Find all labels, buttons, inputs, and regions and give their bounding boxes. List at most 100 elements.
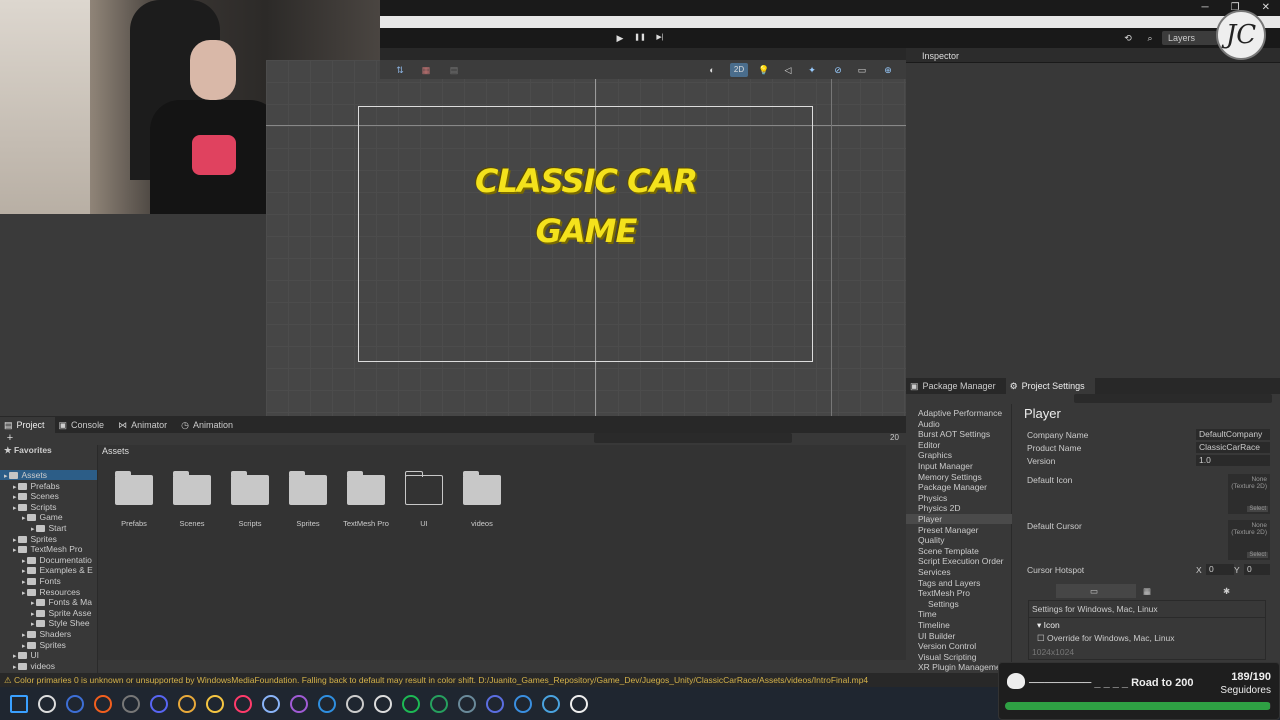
platform-tab-webgl[interactable]: ▦	[1143, 586, 1151, 597]
settings-category-item[interactable]: XR Plugin Manageme	[918, 662, 1001, 672]
tree-item[interactable]: ▸ Sprite Asse	[0, 608, 91, 618]
audio-icon[interactable]: ◁	[780, 63, 796, 77]
unity-icon[interactable]	[346, 694, 364, 713]
scene-view[interactable]: CLASSIC CAR GAME	[266, 60, 906, 416]
product-name-field[interactable]: ClassicCarRace	[1196, 442, 1270, 453]
tree-item[interactable]: ▸ Sprites	[0, 640, 66, 650]
play-button[interactable]: ▶	[612, 31, 628, 45]
effects-icon[interactable]: ✦	[804, 63, 820, 77]
history-icon[interactable]: ⟲	[1120, 31, 1136, 45]
tree-item[interactable]: ▸ UI	[0, 650, 39, 660]
asset-folder[interactable]: Scenes	[168, 471, 216, 528]
tab-console[interactable]: ▣ Console	[55, 417, 115, 433]
step-button[interactable]: ▶|	[652, 31, 668, 45]
unity-hub-icon[interactable]	[262, 694, 280, 713]
search-icon[interactable]	[38, 694, 56, 713]
settings-category-item[interactable]: TextMesh Pro	[918, 588, 970, 598]
asset-folder[interactable]: TextMesh Pro	[342, 471, 390, 528]
hotspot-x-field[interactable]: 0	[1206, 564, 1234, 575]
settings-category-item[interactable]: Settings	[928, 599, 959, 609]
vscode-icon[interactable]	[318, 694, 336, 713]
tree-item[interactable]: ▸ videos	[0, 661, 55, 671]
notepad-icon[interactable]	[542, 694, 560, 713]
favorites-header[interactable]: ★ Favorites	[4, 445, 52, 455]
tree-item[interactable]: ▸ Start	[0, 523, 66, 533]
version-field[interactable]: 1.0	[1196, 455, 1270, 466]
discord-icon[interactable]	[150, 694, 168, 713]
company-name-field[interactable]: DefaultCompany	[1196, 429, 1270, 440]
tree-item[interactable]: ▸ Sprites	[0, 534, 57, 544]
visual-studio-icon[interactable]	[290, 694, 308, 713]
settings-category-item[interactable]: Tags and Layers	[918, 578, 980, 588]
settings-category-item[interactable]: Script Execution Order	[918, 556, 1004, 566]
tree-item[interactable]: ▸ Documentatio	[0, 555, 92, 565]
settings-category-item[interactable]: Physics	[918, 493, 947, 503]
game-title-text[interactable]: CLASSIC CAR GAME	[466, 156, 706, 256]
increment-snap-icon[interactable]: ▤	[446, 63, 462, 77]
settings-category-item[interactable]: UI Builder	[918, 631, 955, 641]
default-cursor-slot[interactable]: None (Texture 2D) Select	[1228, 520, 1270, 560]
windows-icon[interactable]	[10, 694, 28, 713]
2d-toggle-button[interactable]: 2D	[730, 63, 748, 77]
settings-category-item[interactable]: Scene Template	[918, 546, 979, 556]
github-icon[interactable]	[374, 694, 392, 713]
hidden-packages-count[interactable]: 20	[890, 433, 899, 442]
breadcrumb[interactable]: Assets	[102, 446, 129, 456]
tree-item[interactable]: ▸ Resources	[0, 587, 80, 597]
tab-project-settings[interactable]: ⚙ Project Settings	[1005, 378, 1095, 394]
grid-snap-icon[interactable]: ▦	[418, 63, 434, 77]
obs-icon[interactable]	[122, 694, 140, 713]
chrome-icon[interactable]	[178, 694, 196, 713]
tree-item[interactable]: ▸ Scripts	[0, 502, 56, 512]
layers-dropdown[interactable]: Layers	[1162, 31, 1218, 45]
settings-category-item[interactable]: Quality	[918, 535, 944, 545]
select-button[interactable]: Select	[1247, 552, 1268, 558]
settings-category-item[interactable]: Burst AOT Settings	[918, 429, 990, 439]
android-icon[interactable]: ✱	[1223, 586, 1230, 597]
settings-category-item[interactable]: Physics 2D	[918, 503, 961, 513]
tree-item[interactable]: ▸ Examples & E	[0, 565, 93, 575]
override-toggle[interactable]: ☐ Override for Windows, Mac, Linux	[1037, 633, 1175, 644]
add-asset-button[interactable]: +	[2, 431, 18, 445]
default-icon-slot[interactable]: None (Texture 2D) Select	[1228, 474, 1270, 514]
settings-category-item[interactable]: Player	[906, 514, 1012, 524]
icon-section-foldout[interactable]: ▾ Icon	[1037, 620, 1060, 631]
tree-item[interactable]: ▸ Prefabs	[0, 481, 60, 491]
asset-folder[interactable]: Sprites	[284, 471, 332, 528]
project-search-input[interactable]	[594, 433, 792, 443]
settings-category-item[interactable]: Package Manager	[918, 482, 987, 492]
tree-item[interactable]: ▸ Assets	[0, 470, 97, 480]
pause-button[interactable]: ❚❚	[632, 31, 648, 45]
hotspot-y-field[interactable]: 0	[1244, 564, 1270, 575]
select-button[interactable]: Select	[1247, 506, 1268, 512]
tree-item[interactable]: ▸ TextMesh Pro	[0, 544, 82, 554]
settings-category-item[interactable]: Input Manager	[918, 461, 973, 471]
asset-folder[interactable]: Prefabs	[110, 471, 158, 528]
search-icon[interactable]: ⌕	[1142, 31, 1158, 45]
platform-tab-desktop[interactable]: ▭	[1056, 584, 1136, 598]
settings-category-item[interactable]: Version Control	[918, 641, 976, 651]
asset-folder[interactable]: UI	[400, 471, 448, 528]
settings-category-item[interactable]: Preset Manager	[918, 525, 978, 535]
settings-category-item[interactable]: Editor	[918, 440, 940, 450]
close-button[interactable]: ✕	[1262, 2, 1270, 13]
lighting-icon[interactable]: 💡	[756, 63, 772, 77]
settings-search-input[interactable]	[1074, 394, 1272, 403]
minimize-button[interactable]: ─	[1202, 2, 1209, 13]
jetbrains-icon[interactable]	[234, 694, 252, 713]
tab-inspector[interactable]: Inspector	[922, 51, 959, 61]
xbox-icon[interactable]	[430, 694, 448, 713]
settings-category-item[interactable]: Time	[918, 609, 937, 619]
teams-icon[interactable]	[486, 694, 504, 713]
settings-category-item[interactable]: Memory Settings	[918, 472, 982, 482]
spotify-icon[interactable]	[402, 694, 420, 713]
brave-icon[interactable]	[94, 694, 112, 713]
gizmos-icon[interactable]: ⊕	[880, 63, 896, 77]
tree-item[interactable]: ▸ Fonts & Ma	[0, 597, 92, 607]
settings-category-item[interactable]: Timeline	[918, 620, 950, 630]
settings-category-item[interactable]: Services	[918, 567, 951, 577]
asset-folder[interactable]: videos	[458, 471, 506, 528]
terminal-icon[interactable]	[458, 694, 476, 713]
settings-category-item[interactable]: Audio	[918, 419, 940, 429]
tab-animation[interactable]: ◷ Animation	[177, 417, 243, 433]
